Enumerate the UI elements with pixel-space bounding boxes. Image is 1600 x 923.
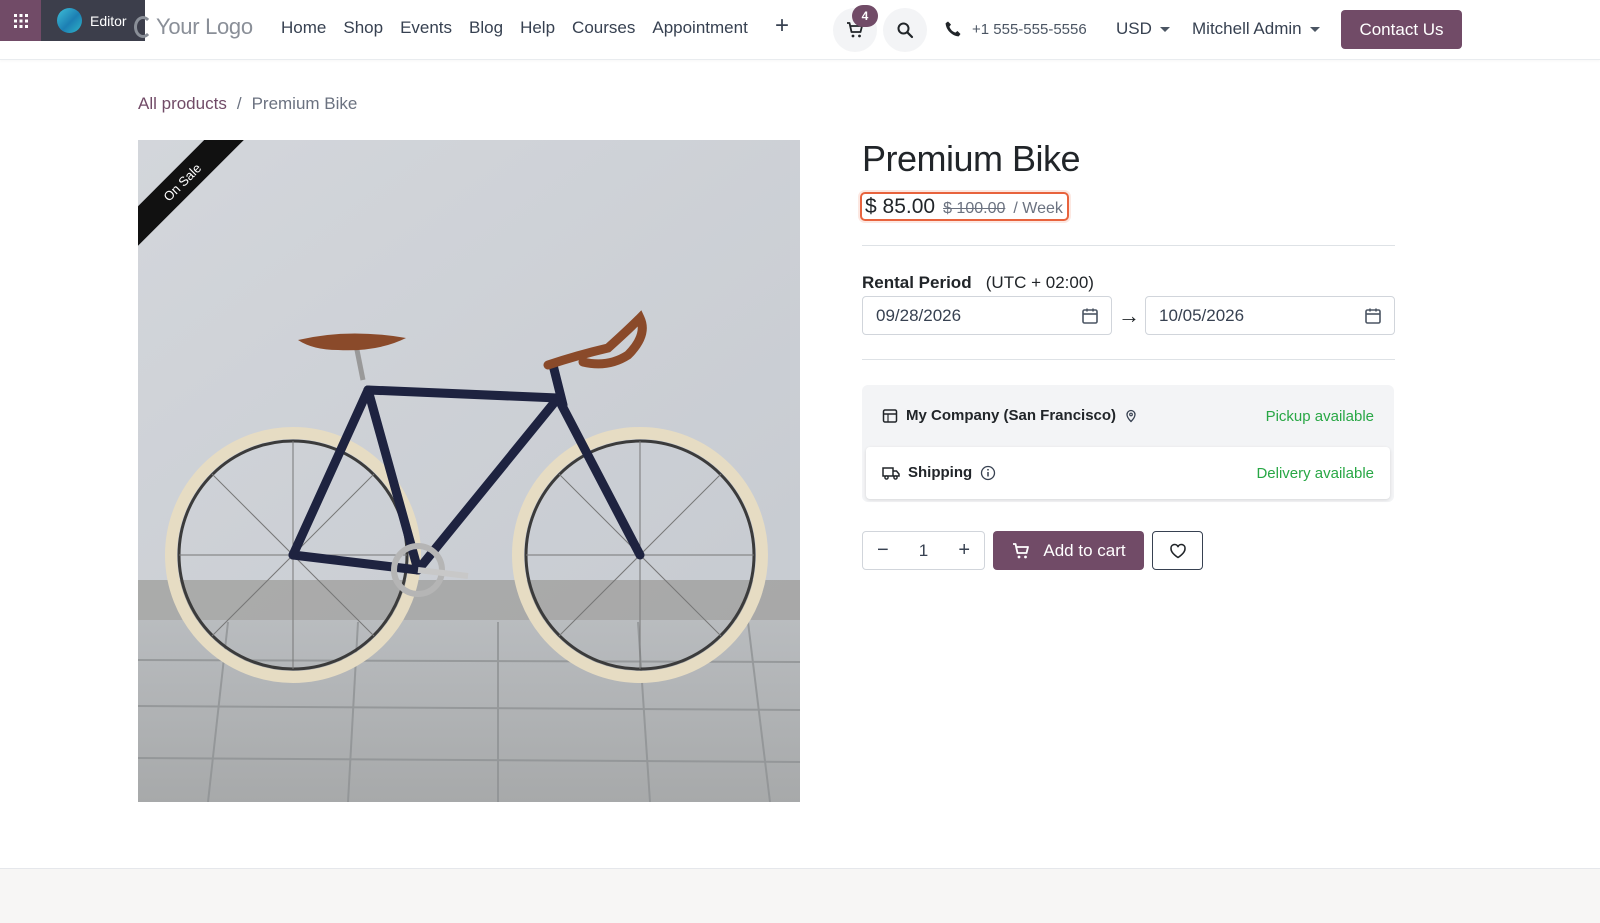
end-date-input[interactable]: 10/05/2026	[1145, 296, 1395, 335]
phone-contact[interactable]: +1 555-555-5556	[944, 20, 1087, 38]
phone-icon	[945, 21, 961, 37]
menu-item-appointment[interactable]: Appointment	[652, 18, 747, 38]
menu-item-shop[interactable]: Shop	[343, 18, 383, 38]
menu-item-help[interactable]: Help	[520, 18, 555, 38]
add-to-cart-label: Add to cart	[1043, 540, 1126, 560]
pickup-option[interactable]: My Company (San Francisco)	[882, 407, 1138, 424]
wishlist-button[interactable]	[1152, 531, 1203, 570]
editor-button[interactable]: Editor	[41, 0, 145, 41]
arrow-right-icon: →	[1118, 303, 1140, 328]
cart-count-badge: 4	[852, 5, 878, 27]
menu-item-home[interactable]: Home	[281, 18, 326, 38]
add-to-cart-button[interactable]: Add to cart	[993, 531, 1144, 570]
breadcrumb: All products / Premium Bike	[138, 94, 357, 114]
on-sale-ribbon: On Sale	[138, 140, 258, 260]
top-navbar: Editor Your Logo Home Shop Events Blog H…	[0, 0, 1600, 60]
user-menu[interactable]: Mitchell Admin	[1192, 19, 1320, 39]
breadcrumb-separator: /	[236, 94, 242, 113]
truck-icon	[882, 466, 900, 480]
phone-number: +1 555-555-5556	[972, 20, 1087, 38]
delivery-options-card: My Company (San Francisco) Pickup availa…	[862, 385, 1394, 502]
editor-label: Editor	[90, 12, 127, 29]
footer	[0, 869, 1600, 923]
shipping-option[interactable]: Shipping Delivery available	[866, 447, 1390, 499]
contact-us-button[interactable]: Contact Us	[1341, 10, 1462, 49]
site-logo[interactable]: Your Logo	[134, 14, 253, 40]
store-icon	[882, 408, 898, 423]
currency-label: USD	[1116, 19, 1152, 38]
editor-toggle[interactable]: Editor	[0, 0, 145, 41]
original-price: $ 100.00	[943, 200, 1006, 217]
current-price: $ 85.00	[865, 195, 936, 218]
start-date-input[interactable]: 09/28/2026	[862, 296, 1112, 335]
pickup-location-name: My Company (San Francisco)	[906, 407, 1117, 424]
end-date-value: 10/05/2026	[1159, 305, 1245, 325]
chevron-down-icon	[1309, 26, 1320, 32]
quantity-input[interactable]: 1	[919, 541, 928, 561]
main-menu: Home Shop Events Blog Help Courses Appoi…	[281, 18, 748, 38]
rental-period-label: Rental Period (UTC + 02:00)	[862, 273, 1094, 293]
currency-dropdown[interactable]: USD	[1116, 19, 1170, 39]
rental-label-text: Rental Period	[862, 273, 972, 292]
shipping-label: Shipping	[908, 464, 973, 481]
heart-icon	[1169, 543, 1186, 558]
increase-quantity-button[interactable]: +	[958, 539, 970, 562]
shipping-row: Shipping	[882, 464, 996, 481]
menu-item-courses[interactable]: Courses	[572, 18, 635, 38]
product-image[interactable]: On Sale	[138, 140, 800, 802]
info-icon[interactable]	[980, 465, 996, 481]
logo-text: Your Logo	[156, 14, 253, 39]
search-button[interactable]	[883, 8, 927, 52]
cart-icon	[1013, 542, 1030, 558]
breadcrumb-current: Premium Bike	[251, 94, 358, 113]
quantity-stepper: − 1 +	[862, 531, 985, 570]
pickup-status: Pickup available	[1265, 408, 1374, 425]
ribbon-label: On Sale	[138, 140, 249, 249]
price-display: $ 85.00 $ 100.00 / Week	[860, 192, 1069, 221]
divider	[862, 245, 1395, 246]
start-date-value: 09/28/2026	[876, 305, 962, 325]
apps-grid-icon[interactable]	[0, 0, 41, 41]
timezone-label: (UTC + 02:00)	[985, 273, 1094, 292]
logo-mark-icon	[134, 16, 152, 38]
rental-period-unit: / Week	[1013, 200, 1063, 217]
search-icon	[897, 22, 914, 39]
product-title: Premium Bike	[862, 138, 1081, 179]
decrease-quantity-button[interactable]: −	[877, 539, 889, 562]
add-menu-item-button[interactable]: +	[775, 14, 789, 38]
map-pin-icon[interactable]	[1124, 409, 1138, 423]
menu-item-events[interactable]: Events	[400, 18, 452, 38]
divider	[862, 359, 1395, 360]
user-name: Mitchell Admin	[1192, 19, 1302, 38]
breadcrumb-all-products[interactable]: All products	[138, 94, 227, 114]
calendar-icon[interactable]	[1364, 307, 1382, 325]
shipping-status: Delivery available	[1256, 465, 1374, 482]
calendar-icon[interactable]	[1081, 307, 1099, 325]
editor-logo-icon	[57, 8, 82, 33]
chevron-down-icon	[1159, 26, 1170, 32]
menu-item-blog[interactable]: Blog	[469, 18, 503, 38]
